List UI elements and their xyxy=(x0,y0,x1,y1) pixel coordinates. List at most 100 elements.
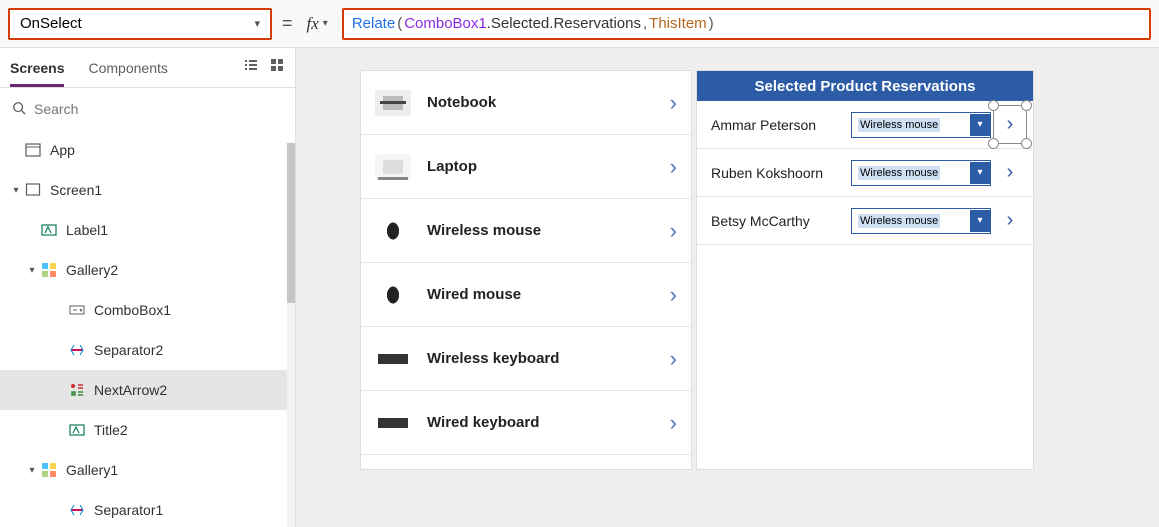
separator-icon xyxy=(68,341,86,359)
product-item[interactable]: Wired mouse › xyxy=(361,263,691,327)
formula-token: ( xyxy=(397,15,402,32)
tree-item-app[interactable]: ▸App xyxy=(0,130,295,170)
formula-token: , xyxy=(643,15,647,32)
tree-item-label: Separator1 xyxy=(94,502,163,518)
combobox-icon xyxy=(68,301,86,319)
reservation-row: Ruben Kokshoorn Wireless mouse ▾ › xyxy=(697,149,1033,197)
tree-item-title2[interactable]: ▸Title2 xyxy=(0,410,295,450)
tree-chevron-icon[interactable]: ▾ xyxy=(24,265,40,276)
next-arrow-button[interactable]: › xyxy=(1001,209,1019,232)
chevron-right-icon[interactable]: › xyxy=(670,410,677,436)
gallery-products[interactable]: Notebook›Laptop›Wireless mouse›Wired mou… xyxy=(360,70,692,470)
product-item[interactable]: Wired keyboard › xyxy=(361,391,691,455)
tree-item-label: Title2 xyxy=(94,422,128,438)
combobox-value: Wireless mouse xyxy=(858,118,940,132)
chevron-right-icon[interactable]: › xyxy=(670,218,677,244)
tree-item-separator1[interactable]: ▸Separator1 xyxy=(0,490,295,527)
property-name-value: OnSelect xyxy=(20,15,82,32)
product-thumbnail xyxy=(375,282,411,308)
reservation-row: Betsy McCarthy Wireless mouse ▾ › xyxy=(697,197,1033,245)
chevron-right-icon[interactable]: › xyxy=(670,90,677,116)
equals-sign: = xyxy=(282,13,293,34)
chevron-down-icon[interactable]: ▾ xyxy=(970,114,990,136)
reservation-name: Ruben Kokshoorn xyxy=(711,165,841,181)
next-arrow-button[interactable]: › xyxy=(1001,113,1019,136)
tree-item-label: Gallery2 xyxy=(66,262,118,278)
product-item[interactable]: Laptop › xyxy=(361,135,691,199)
tree-item-gallery1[interactable]: ▾ Gallery1 xyxy=(0,450,295,490)
combobox-value: Wireless mouse xyxy=(858,166,940,180)
tree-item-gallery2[interactable]: ▾ Gallery2 xyxy=(0,250,295,290)
product-label: Wireless mouse xyxy=(427,222,541,239)
tree-item-label: Label1 xyxy=(66,222,108,238)
chevron-down-icon[interactable]: ▾ xyxy=(970,210,990,232)
product-item[interactable]: Wireless mouse › xyxy=(361,199,691,263)
chevron-right-icon[interactable]: › xyxy=(670,346,677,372)
product-thumbnail xyxy=(375,154,411,180)
chevron-down-icon: ▾ xyxy=(254,17,260,30)
formula-token: .Selected.Reservations xyxy=(487,15,641,32)
tree-chevron-icon[interactable]: ▾ xyxy=(8,185,24,196)
tab-components[interactable]: Components xyxy=(88,48,167,87)
property-name-selector[interactable]: OnSelect ▾ xyxy=(8,8,272,40)
search-icon xyxy=(12,101,26,118)
product-label: Notebook xyxy=(427,94,496,111)
list-view-icon[interactable] xyxy=(243,57,259,78)
product-label: Laptop xyxy=(427,158,477,175)
reservation-combobox[interactable]: Wireless mouse ▾ xyxy=(851,160,991,186)
reservation-row: Ammar Peterson Wireless mouse ▾ › xyxy=(697,101,1033,149)
chevron-right-icon[interactable]: › xyxy=(670,154,677,180)
product-thumbnail xyxy=(375,90,411,116)
nextarrow-icon xyxy=(68,381,86,399)
tree-item-label: Gallery1 xyxy=(66,462,118,478)
reservation-combobox[interactable]: Wireless mouse ▾ xyxy=(851,208,991,234)
tree-item-label: Separator2 xyxy=(94,342,163,358)
app-icon xyxy=(24,141,42,159)
product-item[interactable]: Wireless keyboard › xyxy=(361,327,691,391)
chevron-right-icon[interactable]: › xyxy=(670,282,677,308)
label-icon xyxy=(68,421,86,439)
tab-screens[interactable]: Screens xyxy=(10,48,64,87)
separator-icon xyxy=(68,501,86,519)
tree-item-screen1[interactable]: ▾ Screen1 xyxy=(0,170,295,210)
formula-token: ) xyxy=(709,15,714,32)
screen-icon xyxy=(24,181,42,199)
formula-bar-input[interactable]: Relate( ComboBox1.Selected.Reservations,… xyxy=(342,8,1151,40)
product-thumbnail xyxy=(375,346,411,372)
sidebar-scrollbar[interactable] xyxy=(287,143,295,527)
fx-icon: fx xyxy=(307,14,319,34)
reservations-header: Selected Product Reservations xyxy=(697,71,1033,101)
formula-token: ComboBox1 xyxy=(404,15,487,32)
gallery-icon xyxy=(40,261,58,279)
tree-item-combobox1[interactable]: ▸ComboBox1 xyxy=(0,290,295,330)
tree-item-nextarrow2[interactable]: ▸NextArrow2 xyxy=(0,370,295,410)
next-arrow-button[interactable]: › xyxy=(1001,161,1019,184)
product-thumbnail xyxy=(375,218,411,244)
product-label: Wired mouse xyxy=(427,286,521,303)
combobox-value: Wireless mouse xyxy=(858,214,940,228)
reservation-name: Betsy McCarthy xyxy=(711,213,841,229)
tree-item-label: ComboBox1 xyxy=(94,302,171,318)
product-item[interactable]: Notebook › xyxy=(361,71,691,135)
product-label: Wired keyboard xyxy=(427,414,539,431)
tree-search-input[interactable] xyxy=(34,101,283,117)
tree-item-label: App xyxy=(50,142,75,158)
chevron-down-icon: ▾ xyxy=(323,18,328,29)
tree-item-label1[interactable]: ▸Label1 xyxy=(0,210,295,250)
label-icon xyxy=(40,221,58,239)
tree-chevron-icon[interactable]: ▾ xyxy=(24,465,40,476)
tree-item-separator2[interactable]: ▸Separator2 xyxy=(0,330,295,370)
tree-item-label: NextArrow2 xyxy=(94,382,167,398)
formula-token: Relate xyxy=(352,15,395,32)
gallery-reservations[interactable]: Selected Product Reservations Ammar Pete… xyxy=(696,70,1034,470)
formula-fx-label[interactable]: fx ▾ xyxy=(303,14,332,34)
formula-token: ThisItem xyxy=(649,15,707,32)
reservation-name: Ammar Peterson xyxy=(711,117,841,133)
product-label: Wireless keyboard xyxy=(427,350,559,367)
chevron-down-icon[interactable]: ▾ xyxy=(970,162,990,184)
reservation-combobox[interactable]: Wireless mouse ▾ xyxy=(851,112,991,138)
grid-view-icon[interactable] xyxy=(269,57,285,78)
tree-item-label: Screen1 xyxy=(50,182,102,198)
gallery-icon xyxy=(40,461,58,479)
product-thumbnail xyxy=(375,410,411,436)
